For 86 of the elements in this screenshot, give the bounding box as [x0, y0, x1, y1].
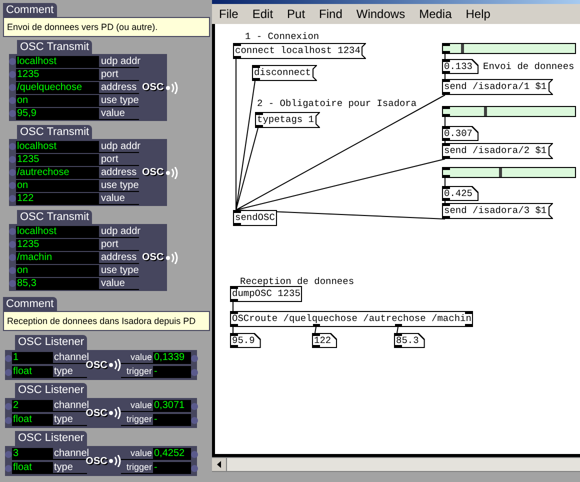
slider-thumb[interactable]: [460, 44, 464, 53]
horizontal-scrollbar[interactable]: [212, 457, 580, 472]
input-label: udp addr: [99, 140, 139, 152]
number-box[interactable]: 95.9: [230, 333, 261, 348]
input-label: port: [99, 68, 139, 80]
input-value[interactable]: 3: [12, 448, 53, 460]
input-value[interactable]: on: [16, 264, 99, 276]
number-box[interactable]: 0.425: [442, 186, 479, 201]
number-box[interactable]: 0.133: [442, 59, 479, 74]
input-label: udp addr: [99, 226, 139, 238]
canvas-comment: 1 - Connexion: [245, 30, 320, 44]
canvas-comment: Envoi de donnees: [483, 60, 574, 74]
comment-text: Reception de donnees dans Isadora depuis PD: [3, 311, 210, 331]
input-value[interactable]: localhost: [16, 226, 99, 238]
input-value[interactable]: 1: [12, 352, 53, 364]
osc-logo: OSC: [142, 250, 179, 265]
input-label: udp addr: [99, 56, 139, 68]
slider-thumb[interactable]: [499, 168, 502, 177]
input-value[interactable]: 1235: [16, 238, 99, 250]
menu-item[interactable]: Media: [419, 5, 452, 23]
canvas-comment: Reception de donnees: [240, 275, 354, 289]
input-value[interactable]: 122: [16, 192, 99, 204]
input-value[interactable]: localhost: [16, 140, 99, 152]
slider-track[interactable]: [442, 167, 576, 178]
input-label: use type: [99, 264, 139, 276]
input-label: use type: [99, 180, 139, 192]
actor-title: OSC Transmit: [17, 125, 92, 139]
output-value: 0,1339: [153, 352, 191, 364]
input-value[interactable]: 2: [12, 400, 53, 412]
input-label: port: [99, 154, 139, 166]
number-box[interactable]: 0.307: [442, 126, 479, 141]
input-value[interactable]: /quelquechose: [16, 82, 99, 94]
input-label: port: [99, 238, 139, 250]
output-value: 0,4252: [153, 448, 191, 460]
input-value[interactable]: localhost: [16, 56, 99, 68]
input-label: value: [99, 108, 139, 120]
slider-thumb[interactable]: [484, 107, 487, 116]
input-label: type: [53, 462, 87, 474]
menu-item[interactable]: File: [219, 5, 238, 23]
actor-title: OSC Listener: [15, 431, 88, 446]
input-value[interactable]: 95,9: [16, 108, 99, 120]
input-value[interactable]: on: [16, 180, 99, 192]
input-label: use type: [99, 94, 139, 106]
input-value[interactable]: 1235: [16, 154, 99, 166]
output-value: -: [153, 366, 191, 378]
menu-item[interactable]: Find: [319, 5, 342, 23]
output-value: -: [153, 462, 191, 474]
osc-logo: OSC: [142, 165, 179, 180]
number-box[interactable]: 122: [312, 333, 338, 348]
input-value[interactable]: 85,3: [16, 278, 99, 290]
comment-text: Envoi de donnees vers PD (ou autre).: [3, 17, 210, 37]
menu-item[interactable]: Put: [287, 5, 306, 23]
input-value[interactable]: float: [12, 462, 53, 474]
input-label: channel: [53, 400, 87, 412]
input-label: address: [99, 82, 139, 94]
input-value[interactable]: /machin: [16, 252, 99, 264]
input-label: address: [99, 166, 139, 178]
input-label: value: [99, 192, 139, 204]
input-value[interactable]: on: [16, 94, 99, 106]
actor-title: OSC Transmit: [17, 40, 92, 54]
left-arrow-icon: [217, 461, 221, 468]
actor-title: OSC Listener: [15, 335, 88, 350]
number-box[interactable]: 85.3: [394, 333, 425, 348]
input-label: value: [99, 278, 139, 290]
input-label: channel: [53, 352, 87, 364]
slider-track[interactable]: [442, 106, 576, 117]
input-value[interactable]: /autrechose: [16, 166, 99, 178]
actor-title: OSC Listener: [15, 383, 88, 398]
output-value: -: [153, 414, 191, 426]
input-label: type: [53, 366, 87, 378]
osc-logo: OSC: [142, 80, 179, 95]
object-box[interactable]: dumpOSC 1235: [230, 286, 302, 302]
input-value[interactable]: float: [12, 366, 53, 378]
object-box[interactable]: OSCroute /quelquechose /autrechose /machin: [230, 311, 474, 327]
input-value[interactable]: float: [12, 414, 53, 426]
input-label: address: [99, 252, 139, 264]
input-label: type: [53, 414, 87, 426]
slider-track[interactable]: [442, 43, 576, 54]
output-value: 0,3071: [153, 400, 191, 412]
menu-item[interactable]: Windows: [356, 5, 406, 23]
input-label: channel: [53, 448, 87, 460]
actor-title: OSC Transmit: [17, 210, 92, 224]
input-value[interactable]: 1235: [16, 68, 99, 80]
menu-item[interactable]: Help: [466, 5, 490, 23]
scroll-left-button[interactable]: [212, 458, 227, 471]
menu-item[interactable]: Edit: [252, 5, 274, 23]
